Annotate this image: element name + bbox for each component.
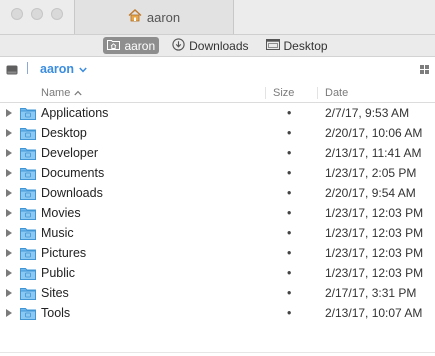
file-size: •	[287, 246, 292, 260]
music-folder-icon	[20, 227, 36, 243]
file-name: Sites	[41, 286, 69, 300]
file-size: •	[287, 206, 292, 220]
zoom-window-button[interactable]	[51, 8, 63, 20]
desktop-icon	[265, 38, 280, 53]
window-tab[interactable]: aaron	[74, 0, 234, 34]
file-date: 1/23/17, 12:03 PM	[325, 226, 424, 240]
developer-folder-icon	[20, 147, 36, 163]
disclosure-triangle-icon[interactable]	[6, 189, 12, 197]
file-name: Desktop	[41, 126, 87, 140]
disclosure-triangle-icon[interactable]	[6, 209, 12, 217]
location-popup[interactable]: aaron	[40, 62, 87, 76]
disclosure-triangle-icon[interactable]	[6, 109, 12, 117]
disclosure-triangle-icon[interactable]	[6, 269, 12, 277]
favorites-bar: aaron Downloads Desktop	[0, 35, 435, 57]
file-name: Documents	[41, 166, 105, 180]
file-name: Applications	[41, 106, 109, 120]
applications-folder-icon	[20, 107, 36, 123]
file-date: 1/23/17, 12:03 PM	[325, 206, 424, 220]
pictures-folder-icon	[20, 247, 36, 263]
desktop-folder-icon	[20, 127, 36, 143]
file-name: Music	[41, 226, 74, 240]
sort-ascending-icon	[74, 87, 82, 99]
file-size: •	[287, 306, 292, 320]
home-folder-icon	[107, 39, 121, 53]
file-size: •	[287, 226, 292, 240]
file-size: •	[287, 146, 292, 160]
disclosure-triangle-icon[interactable]	[6, 249, 12, 257]
file-list: Applications • 2/7/17, 9:53 AM Desktop • 2/20…	[0, 103, 435, 323]
file-date: 2/20/17, 9:54 AM	[325, 186, 416, 200]
file-date: 2/13/17, 10:07 AM	[325, 306, 423, 320]
file-date: 2/7/17, 9:53 AM	[325, 106, 410, 120]
file-date: 2/17/17, 3:31 PM	[325, 286, 417, 300]
file-size: •	[287, 286, 292, 300]
file-name: Developer	[41, 146, 98, 160]
favorite-desktop[interactable]: Desktop	[262, 37, 332, 54]
title-bar: aaron	[0, 0, 435, 35]
file-size: •	[287, 166, 292, 180]
download-icon	[172, 37, 185, 54]
file-row[interactable]: Pictures • 1/23/17, 12:03 PM	[0, 243, 435, 263]
favorite-aaron[interactable]: aaron	[103, 37, 160, 54]
file-row[interactable]: Documents • 1/23/17, 2:05 PM	[0, 163, 435, 183]
divider	[0, 352, 435, 353]
column-size[interactable]: Size	[273, 87, 294, 99]
disclosure-triangle-icon[interactable]	[6, 149, 12, 157]
file-size: •	[287, 186, 292, 200]
file-row[interactable]: Applications • 2/7/17, 9:53 AM	[0, 103, 435, 123]
close-window-button[interactable]	[11, 8, 23, 20]
disclosure-triangle-icon[interactable]	[6, 309, 12, 317]
disclosure-triangle-icon[interactable]	[6, 169, 12, 177]
file-date: 2/20/17, 10:06 AM	[325, 126, 423, 140]
public-folder-icon	[20, 267, 36, 283]
sites-folder-icon	[20, 287, 36, 303]
column-header: Name Size Date	[0, 84, 435, 103]
drive-icon[interactable]	[6, 64, 18, 78]
file-name: Downloads	[41, 186, 103, 200]
location-label: aaron	[40, 62, 75, 76]
file-row[interactable]: Movies • 1/23/17, 12:03 PM	[0, 203, 435, 223]
file-date: 1/23/17, 12:03 PM	[325, 246, 424, 260]
file-date: 1/23/17, 12:03 PM	[325, 266, 424, 280]
file-row[interactable]: Music • 1/23/17, 12:03 PM	[0, 223, 435, 243]
file-row[interactable]: Public • 1/23/17, 12:03 PM	[0, 263, 435, 283]
file-name: Tools	[41, 306, 71, 320]
favorite-downloads[interactable]: Downloads	[168, 37, 252, 54]
file-row[interactable]: Downloads • 2/20/17, 9:54 AM	[0, 183, 435, 203]
tab-title: aaron	[146, 9, 181, 25]
file-name: Movies	[41, 206, 81, 220]
disclosure-triangle-icon[interactable]	[6, 289, 12, 297]
movies-folder-icon	[20, 207, 36, 223]
documents-folder-icon	[20, 167, 36, 183]
column-separator	[317, 87, 318, 99]
toolbar: aaron	[0, 57, 435, 83]
column-name[interactable]: Name	[41, 87, 82, 99]
downloads-folder-icon	[20, 187, 36, 203]
disclosure-triangle-icon[interactable]	[6, 229, 12, 237]
file-row[interactable]: Sites • 2/17/17, 3:31 PM	[0, 283, 435, 303]
file-date: 2/13/17, 11:41 AM	[325, 146, 422, 160]
file-size: •	[287, 126, 292, 140]
grid-view-icon[interactable]	[420, 65, 429, 74]
column-date[interactable]: Date	[325, 87, 348, 99]
disclosure-triangle-icon[interactable]	[6, 129, 12, 137]
minimize-window-button[interactable]	[31, 8, 43, 20]
toolbar-divider	[27, 62, 28, 74]
file-row[interactable]: Tools • 2/13/17, 10:07 AM	[0, 303, 435, 323]
chevron-down-icon	[79, 62, 87, 76]
file-name: Pictures	[41, 246, 87, 260]
file-name: Public	[41, 266, 76, 280]
file-size: •	[287, 106, 292, 120]
file-date: 1/23/17, 2:05 PM	[325, 166, 417, 180]
file-size: •	[287, 266, 292, 280]
home-icon	[128, 9, 142, 25]
file-row[interactable]: Developer • 2/13/17, 11:41 AM	[0, 143, 435, 163]
file-row[interactable]: Desktop • 2/20/17, 10:06 AM	[0, 123, 435, 143]
column-separator	[265, 87, 266, 99]
folder-icon	[20, 307, 36, 323]
